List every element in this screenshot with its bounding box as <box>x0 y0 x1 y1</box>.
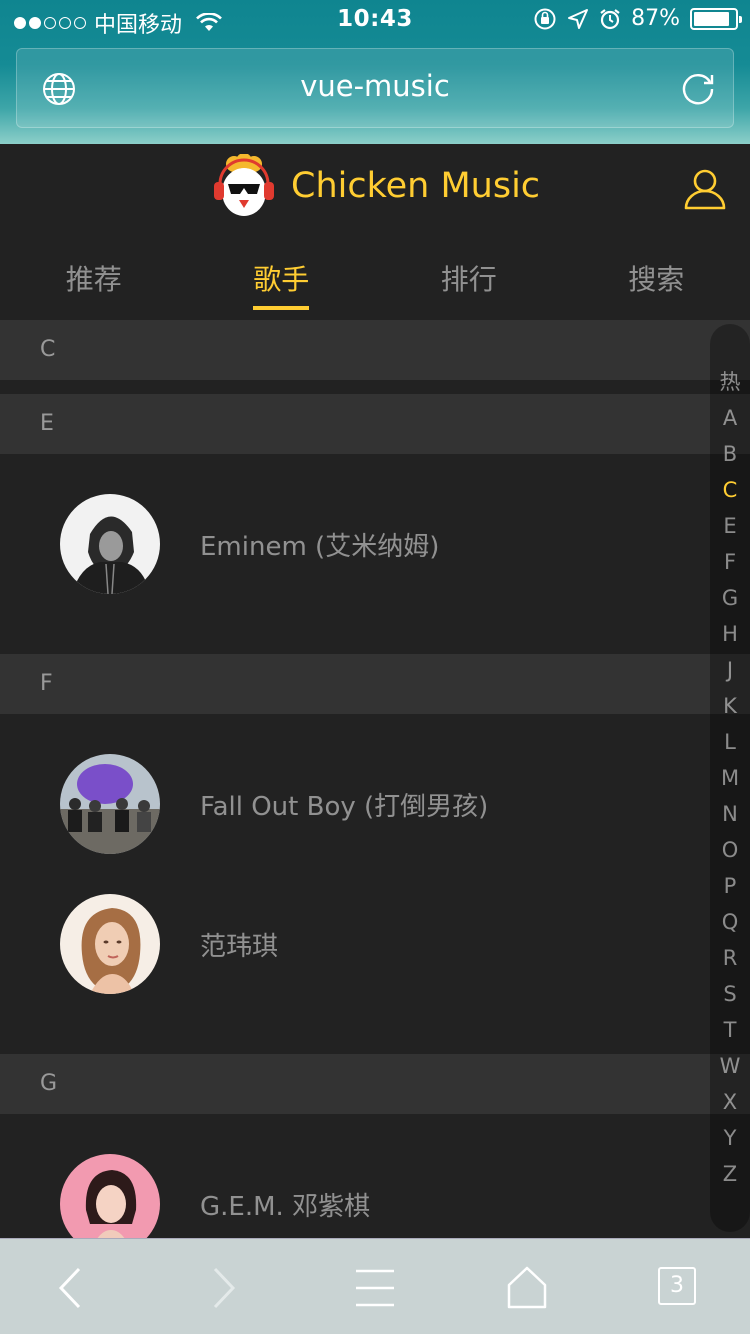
group-title-g: G <box>0 1054 750 1114</box>
tab-rank[interactable]: 排行 <box>375 232 563 320</box>
index-letter-0[interactable]: 热 <box>710 364 750 400</box>
singer-avatar <box>60 494 160 594</box>
battery-percent: 87% <box>631 6 680 31</box>
index-letter-16[interactable]: R <box>710 940 750 976</box>
status-bar: 中国移动 10:43 87% <box>0 0 750 40</box>
index-letter-8[interactable]: J <box>710 652 750 688</box>
index-letter-18[interactable]: T <box>710 1012 750 1048</box>
singer-item-fall-out-boy[interactable]: Fall Out Boy (打倒男孩) <box>0 754 750 854</box>
singer-item-fan-wei-qi[interactable]: 范玮琪 <box>0 894 750 994</box>
index-letter-9[interactable]: K <box>710 688 750 724</box>
battery-icon <box>690 7 742 30</box>
menu-icon[interactable] <box>350 1263 400 1313</box>
chevron-right-icon[interactable] <box>198 1263 248 1313</box>
index-letter-11[interactable]: M <box>710 760 750 796</box>
address-bar[interactable]: vue-music <box>16 48 734 128</box>
group-title-c: C <box>0 320 750 380</box>
location-icon <box>568 8 589 29</box>
user-icon[interactable] <box>682 166 728 212</box>
index-letter-17[interactable]: S <box>710 976 750 1012</box>
index-letter-22[interactable]: Z <box>710 1156 750 1192</box>
browser-chrome-top: 中国移动 10:43 87% vue-music <box>0 0 750 144</box>
singer-name: Eminem (艾米纳姆) <box>200 531 440 562</box>
index-letter-15[interactable]: Q <box>710 904 750 940</box>
index-letter-6[interactable]: G <box>710 580 750 616</box>
index-letter-1[interactable]: A <box>710 400 750 436</box>
index-letter-7[interactable]: H <box>710 616 750 652</box>
alphabet-index-bar[interactable]: 热ABCEFGHJKLMNOPQRSTWXYZ <box>710 324 750 1232</box>
group-title-e: E <box>0 394 750 454</box>
index-letter-4[interactable]: E <box>710 508 750 544</box>
status-right: 87% <box>533 6 742 31</box>
index-letter-10[interactable]: L <box>710 724 750 760</box>
chevron-left-icon[interactable] <box>46 1263 96 1313</box>
singer-name: 范玮琪 <box>200 931 279 962</box>
index-letter-14[interactable]: P <box>710 868 750 904</box>
browser-toolbar: 3 <box>0 1238 750 1334</box>
index-letter-5[interactable]: F <box>710 544 750 580</box>
index-letter-20[interactable]: X <box>710 1084 750 1120</box>
index-letter-21[interactable]: Y <box>710 1120 750 1156</box>
home-icon[interactable] <box>502 1263 552 1313</box>
brand-title: Chicken Music <box>291 166 541 206</box>
singer-name: G.E.M. 邓紫棋 <box>200 1191 371 1222</box>
singer-item-eminem[interactable]: Eminem (艾米纳姆) <box>0 494 750 594</box>
singer-item-gem[interactable]: G.E.M. 邓紫棋 <box>0 1154 750 1238</box>
tab-recommend[interactable]: 推荐 <box>0 232 188 320</box>
tab-search[interactable]: 搜索 <box>563 232 750 320</box>
chicken-logo-icon <box>214 154 274 216</box>
singer-list[interactable]: C E Eminem (艾米纳姆) F Fall Out Boy (打倒男孩) … <box>0 320 750 1238</box>
app-header: Chicken Music <box>0 144 750 232</box>
group-title-f: F <box>0 654 750 714</box>
index-letter-12[interactable]: N <box>710 796 750 832</box>
singer-avatar <box>60 754 160 854</box>
singer-avatar <box>60 1154 160 1238</box>
rotation-lock-icon <box>534 8 556 29</box>
index-letter-13[interactable]: O <box>710 832 750 868</box>
page-title[interactable]: vue-music <box>17 69 733 103</box>
singer-name: Fall Out Boy (打倒男孩) <box>200 791 489 822</box>
reload-icon[interactable] <box>679 70 717 108</box>
tabs-count-button[interactable]: 3 <box>658 1267 696 1305</box>
index-letter-3[interactable]: C <box>710 472 750 508</box>
alarm-icon <box>600 8 620 29</box>
tab-singer[interactable]: 歌手 <box>188 232 376 320</box>
singer-avatar <box>60 894 160 994</box>
tab-bar: 推荐 歌手 排行 搜索 <box>0 232 750 320</box>
index-letter-2[interactable]: B <box>710 436 750 472</box>
index-letter-19[interactable]: W <box>710 1048 750 1084</box>
